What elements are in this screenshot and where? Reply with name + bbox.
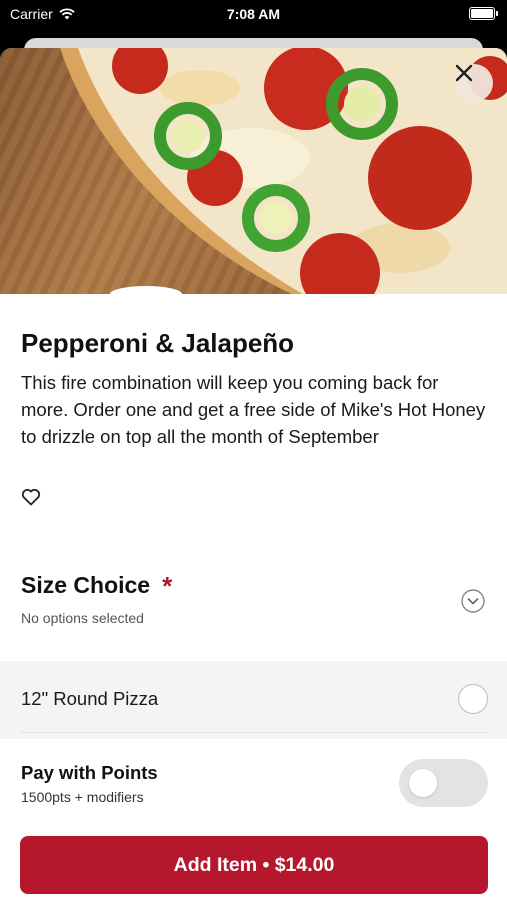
chevron-down-icon[interactable] — [461, 589, 485, 613]
divider — [21, 732, 486, 733]
item-detail-sheet: Pepperoni & Jalapeño This fire combinati… — [0, 48, 507, 900]
pay-with-points-section: Pay with Points 1500pts + modifiers — [0, 739, 507, 839]
toggle-knob — [409, 769, 437, 797]
close-icon — [455, 64, 473, 82]
required-marker: * — [162, 570, 173, 601]
points-title: Pay with Points — [21, 762, 158, 783]
size-choice-header: Size Choice * — [21, 572, 172, 599]
points-subtitle: 1500pts + modifiers — [21, 789, 144, 805]
clock: 7:08 AM — [226, 6, 281, 22]
product-image — [0, 48, 507, 294]
points-toggle[interactable] — [399, 759, 488, 807]
close-button[interactable] — [455, 64, 493, 102]
product-title: Pepperoni & Jalapeño — [21, 328, 295, 358]
pizza-illustration — [60, 48, 507, 294]
image-indicator — [110, 286, 182, 302]
size-choice-title: Size Choice — [21, 572, 151, 598]
size-option-row[interactable]: 12" Round Pizza — [0, 661, 507, 739]
add-item-button[interactable]: Add Item • $14.00 — [20, 836, 488, 894]
size-choice-subtitle: No options selected — [21, 610, 144, 626]
battery-icon — [469, 7, 498, 20]
heart-outline-icon[interactable] — [21, 488, 41, 506]
status-bar: Carrier 7:08 AM — [0, 0, 507, 30]
size-option-label: 12" Round Pizza — [21, 688, 159, 709]
product-description: This fire combination will keep you comi… — [21, 372, 486, 447]
size-option-radio[interactable] — [458, 684, 488, 714]
